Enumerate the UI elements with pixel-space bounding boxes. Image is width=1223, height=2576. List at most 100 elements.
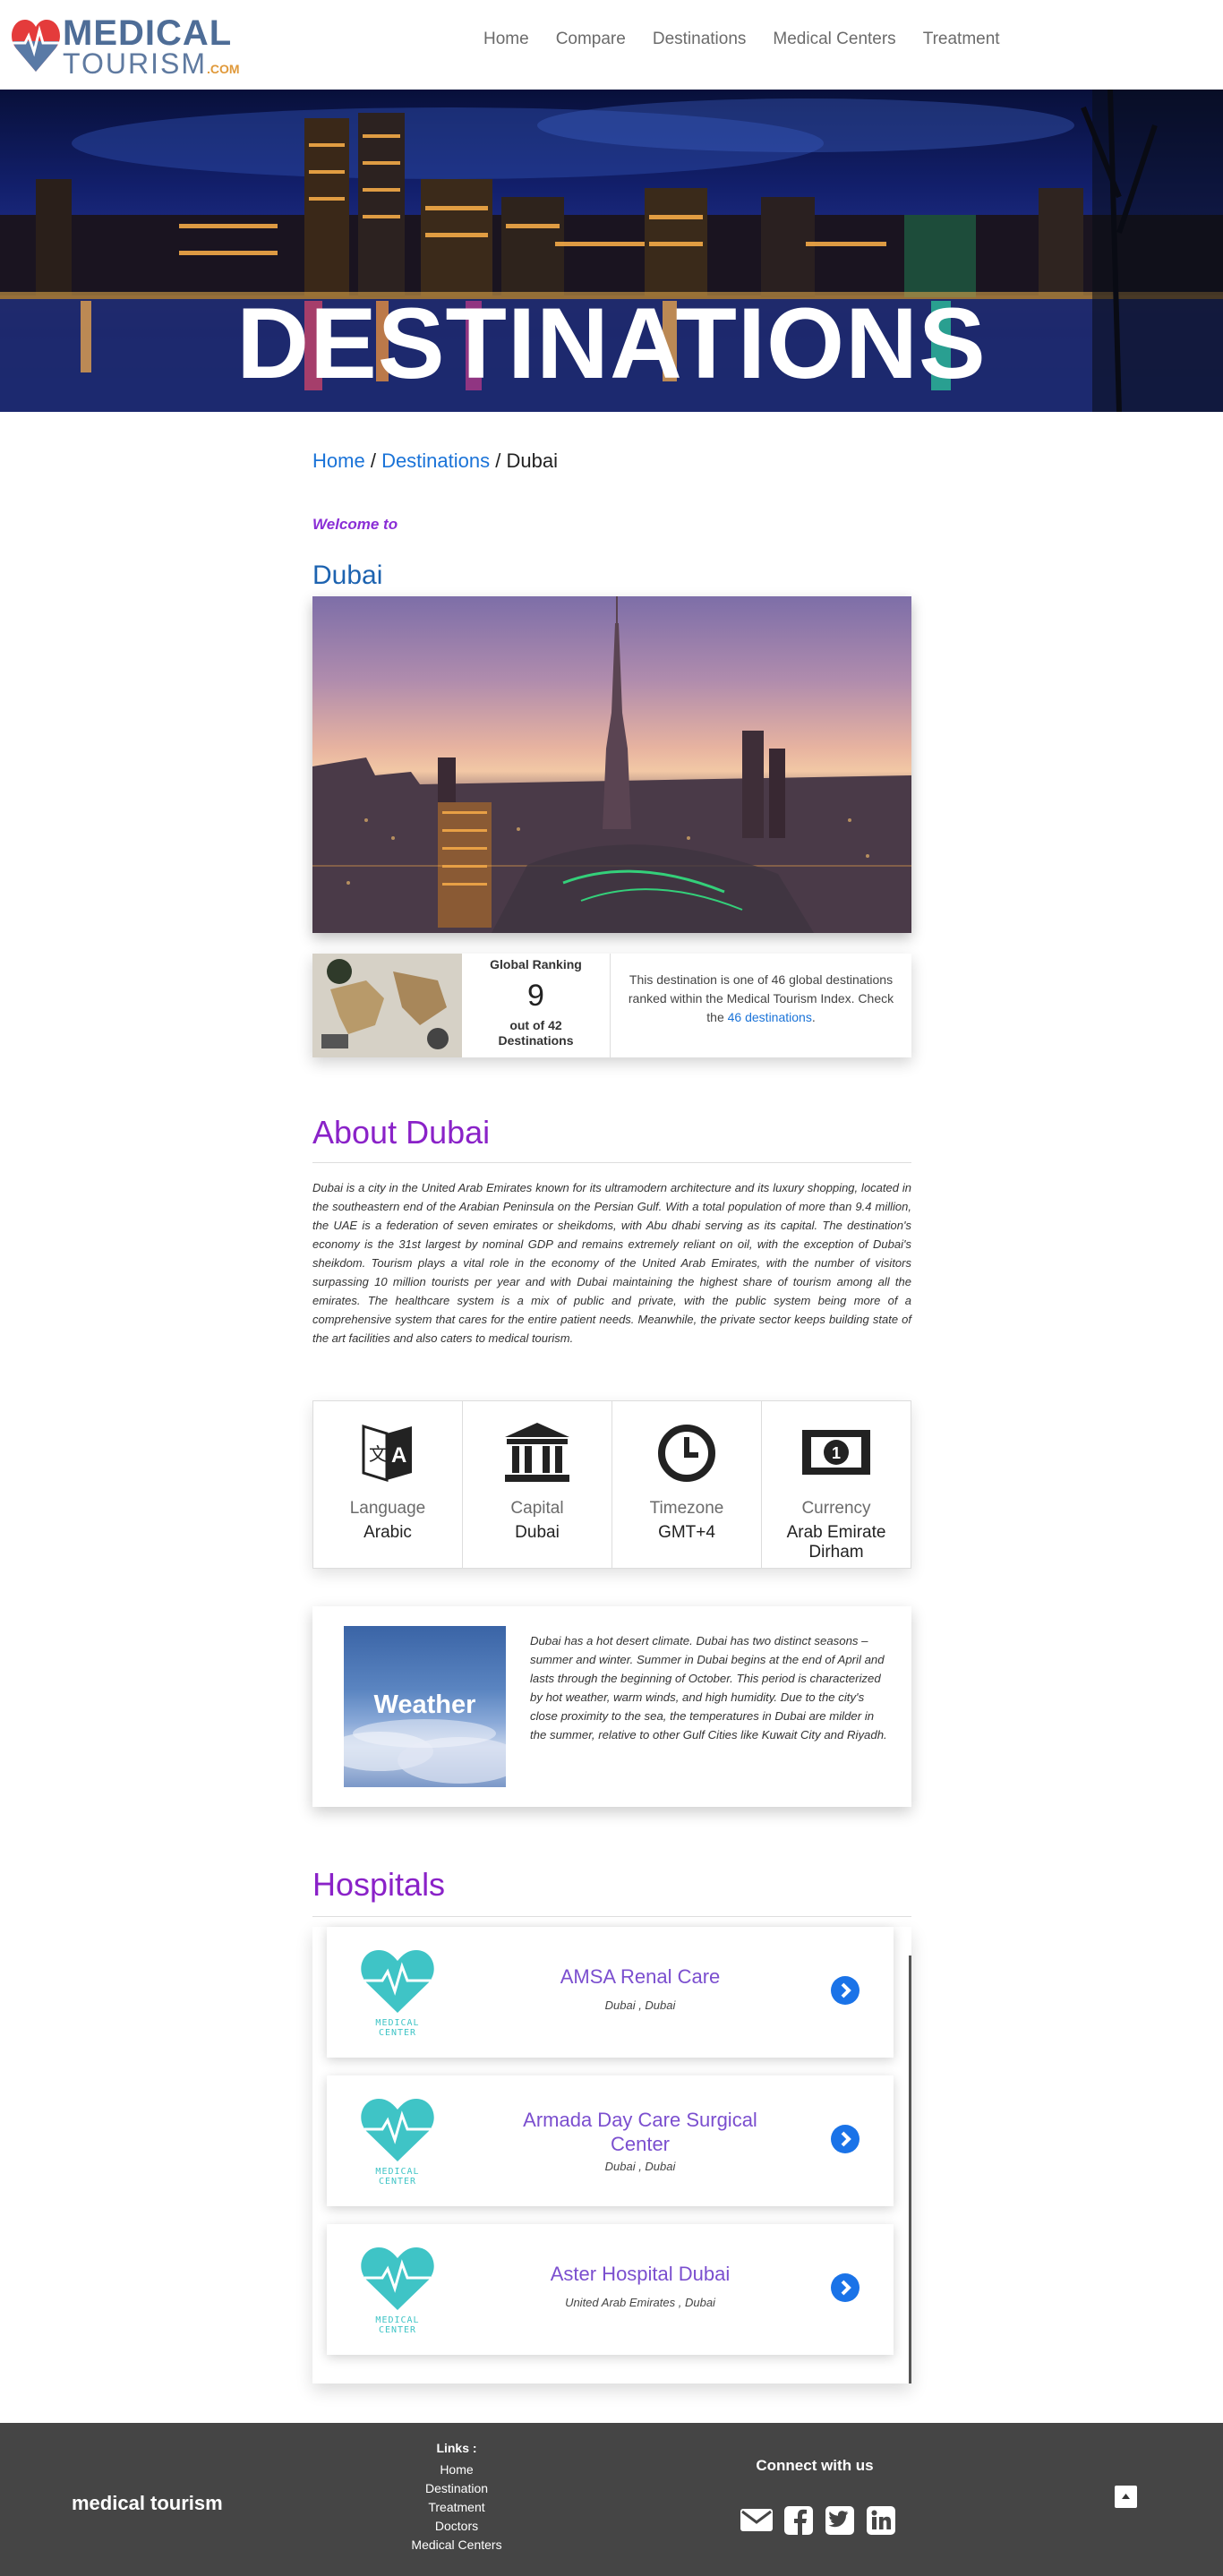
logo-word-tourism: TOURISM [63,47,207,80]
fact-capital: Capital Dubai [463,1401,612,1568]
footer-links: Links : Home Destination Treatment Docto… [394,2441,519,2555]
hospital-name[interactable]: Aster Hospital Dubai [506,2262,774,2286]
city-photo [312,596,911,933]
caret-up-icon [1122,2494,1130,2499]
dubai-skyline-image [312,596,911,933]
twitter-icon[interactable] [825,2506,854,2535]
nav-compare[interactable]: Compare [556,30,626,49]
logo-text-medical: MEDICAL [375,2167,419,2177]
medical-center-logo-icon: MEDICAL CENTER [361,2099,434,2185]
fact-language: 文 A Language Arabic [313,1401,463,1568]
divider [312,1916,911,1917]
logo-text-medical: MEDICAL [375,2018,419,2028]
main-nav: Home Compare Destinations Medical Center… [483,30,1027,49]
back-to-top-button[interactable] [1115,2486,1137,2508]
hospital-card[interactable]: MEDICAL CENTER Aster Hospital Dubai Unit… [327,2224,894,2355]
facebook-icon[interactable] [784,2506,813,2535]
fact-currency-label: Currency [801,1499,871,1518]
travel-map-image [312,954,462,1057]
about-text: Dubai is a city in the United Arab Emira… [312,1181,911,1345]
fact-language-value: Arabic [363,1523,412,1542]
site-logo[interactable]: MEDICAL TOURISM.COM [11,15,252,78]
fact-currency-value: Arab Emirate Dirham [786,1523,886,1562]
breadcrumb-separator: / [370,449,376,472]
fact-timezone-value: GMT+4 [658,1523,715,1542]
hospital-name[interactable]: Armada Day Care Surgical Center [506,2108,774,2156]
footer-link-medical-centers[interactable]: Medical Centers [394,2536,519,2555]
svg-text:1: 1 [832,1444,841,1462]
breadcrumb-separator: / [495,449,501,472]
city-title: Dubai [312,561,383,590]
fact-timezone-label: Timezone [649,1499,724,1518]
all-destinations-link[interactable]: 46 destinations [728,1010,812,1024]
svg-text:文: 文 [369,1443,387,1465]
language-icon: 文 A [362,1424,412,1483]
weather-card: Weather Dubai has a hot desert climate. … [312,1606,911,1807]
footer-link-doctors[interactable]: Doctors [394,2517,519,2536]
global-ranking-box: Global Ranking 9 out of 42 Destinations [462,954,611,1057]
site-footer: medical tourism Links : Home Destination… [0,2423,1223,2576]
heart-logo-icon [12,20,60,72]
ranking-card: Global Ranking 9 out of 42 Destinations … [312,954,911,1057]
medical-center-logo-icon: MEDICAL CENTER [361,2247,434,2333]
hospital-card[interactable]: MEDICAL CENTER Armada Day Care Surgical … [327,2075,894,2206]
hospital-card[interactable]: MEDICAL CENTER AMSA Renal Care Dubai , D… [327,1927,894,2058]
nav-home[interactable]: Home [483,30,529,49]
about-title: About Dubai [312,1114,491,1151]
divider [312,1162,911,1163]
breadcrumb: Home / Destinations / Dubai [312,449,911,473]
ranking-desc-end: . [811,1010,816,1024]
fact-language-label: Language [349,1499,426,1518]
nav-destinations[interactable]: Destinations [653,30,747,49]
logo-text-center: CENTER [379,2325,416,2333]
hospital-location: United Arab Emirates , Dubai [565,2296,715,2309]
fact-timezone: Timezone GMT+4 [612,1401,762,1568]
nav-medical-centers[interactable]: Medical Centers [773,30,895,49]
medical-center-logo-icon: MEDICAL CENTER [361,1950,434,2036]
connect-title: Connect with us [756,2457,874,2474]
hospitals-title: Hospitals [312,1866,446,1903]
facts-panel: 文 A Language Arabic Capital Dubai Timezo… [312,1400,911,1569]
chevron-right-icon[interactable] [831,2125,860,2153]
hero-banner: DESTINATIONS [0,90,1223,412]
breadcrumb-current: Dubai [506,449,558,472]
footer-links-title: Links : [436,2441,477,2455]
svg-text:A: A [391,1443,406,1468]
site-header: MEDICAL TOURISM.COM Home Compare Destina… [0,0,1223,90]
bank-icon [505,1423,569,1482]
fact-capital-value: Dubai [515,1523,560,1542]
hero-title: DESTINATIONS [236,287,987,399]
money-icon: 1 [802,1430,870,1475]
weather-image: Weather [344,1626,506,1787]
breadcrumb-home-link[interactable]: Home [312,449,365,472]
ranking-value: 9 [527,979,544,1013]
envelope-icon[interactable] [740,2506,774,2533]
scrollbar[interactable] [909,1956,911,2383]
ranking-out-of: out of 42 [509,1018,562,1032]
fact-capital-label: Capital [510,1499,564,1518]
ranking-description: This destination is one of 46 global des… [611,954,911,1057]
clock-icon [658,1425,715,1482]
footer-link-home[interactable]: Home [394,2460,519,2479]
breadcrumb-destinations-link[interactable]: Destinations [381,449,490,472]
logo-text-medical: MEDICAL [375,2315,419,2325]
nav-treatment[interactable]: Treatment [923,30,1000,49]
footer-link-destination[interactable]: Destination [394,2479,519,2498]
logo-text-center: CENTER [379,2028,416,2036]
hospital-list: MEDICAL CENTER AMSA Renal Care Dubai , D… [312,1927,911,2383]
ranking-unit: Destinations [498,1033,574,1048]
footer-brand: medical tourism [72,2492,223,2514]
hospital-name[interactable]: AMSA Renal Care [506,1964,774,1989]
linkedin-icon[interactable] [867,2506,895,2535]
hospital-location: Dubai , Dubai [604,2160,676,2173]
fact-currency: 1 Currency Arab Emirate Dirham [762,1401,911,1568]
welcome-label: Welcome to [312,516,398,533]
weather-text: Dubai has a hot desert climate. Dubai ha… [530,1634,887,1742]
chevron-right-icon[interactable] [831,2273,860,2302]
ranking-label: Global Ranking [490,957,582,971]
footer-link-treatment[interactable]: Treatment [394,2498,519,2517]
logo-text-center: CENTER [379,2177,416,2185]
weather-image-label: Weather [373,1690,476,1719]
logo-suffix: .COM [206,62,240,76]
chevron-right-icon[interactable] [831,1976,860,2005]
